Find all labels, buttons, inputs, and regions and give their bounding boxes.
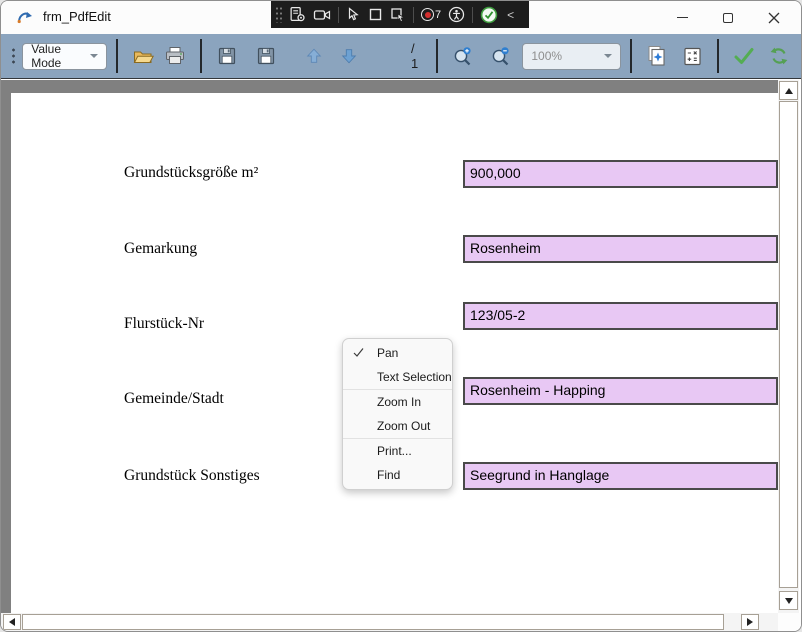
menu-item-pan[interactable]: Pan [343,341,452,365]
field-input-grundstueck-sonstiges[interactable]: Seegrund in Hanglage [463,462,778,490]
open-folder-button[interactable] [132,43,155,69]
chevron-down-icon [603,54,612,58]
page-down-button[interactable] [338,43,360,69]
print-button[interactable] [164,43,186,69]
mode-dropdown[interactable]: Value Mode [22,42,108,70]
page-up-button[interactable] [303,43,325,69]
recording-indicator[interactable]: 7 [421,8,441,21]
mode-dropdown-value: Value Mode [31,42,62,70]
field-label-grundstueck-sonstiges: Grundstück Sonstiges [124,467,260,484]
context-menu: Pan Text Selection Zoom In Zoom Out Prin… [342,338,453,490]
field-label-grundstuecksgroesse: Grundstücksgröße m² [124,164,259,181]
zoom-out-button[interactable] [490,43,512,69]
menu-item-print[interactable]: Print... [343,439,452,463]
menu-item-zoom-in[interactable]: Zoom In [343,390,452,414]
camera-icon[interactable] [313,7,331,23]
field-input-gemarkung[interactable]: Rosenheim [463,235,778,263]
cursor-icon[interactable] [346,7,361,22]
field-label-gemarkung: Gemarkung [124,240,198,257]
field-label-gemeinde-stadt: Gemeinde/Stadt [124,390,224,407]
app-icon [17,12,32,24]
status-ok-icon[interactable] [480,6,498,24]
separator [472,6,474,23]
toolbar-grip[interactable] [11,47,16,65]
minimize-button[interactable] [659,1,705,34]
menu-item-text-selection[interactable]: Text Selection [343,365,452,389]
close-button[interactable] [751,1,797,34]
capture-toolbar: 7 < [271,1,529,28]
recording-icon [421,8,434,21]
menu-item-zoom-out[interactable]: Zoom Out [343,414,452,438]
calculator-button[interactable] [681,43,703,69]
cursor-region-icon[interactable] [390,7,406,22]
separator [338,6,339,23]
maximize-button[interactable] [705,1,751,34]
separator [717,39,719,73]
app-window: frm_PdfEdit 7 < Value Mode / 1 100% Grun… [0,0,802,632]
field-input-gemeinde-stadt[interactable]: Rosenheim - Happing [463,377,778,405]
grip-dots-icon[interactable] [275,6,282,23]
recording-count: 7 [435,8,442,21]
collapse-icon[interactable]: < [507,8,514,22]
scroll-right-button[interactable] [741,614,759,630]
horizontal-scroll-thumb[interactable] [22,614,724,630]
separator [200,39,202,73]
apply-check-button[interactable] [733,43,755,69]
field-input-flurstueck-nr[interactable]: 123/05-2 [463,302,778,330]
triangle-right-icon [747,618,753,626]
separator [413,6,414,23]
field-input-grundstuecksgroesse[interactable]: 900,000 [463,160,778,188]
vertical-scroll-thumb[interactable] [779,101,798,588]
region-icon[interactable] [368,7,383,22]
scroll-up-button[interactable] [779,81,798,100]
separator [629,39,632,73]
horizontal-scrollbar[interactable] [1,613,778,631]
check-icon [353,348,364,357]
triangle-up-icon [784,87,793,94]
menu-item-find[interactable]: Find [343,463,452,487]
window-title: frm_PdfEdit [43,9,111,24]
accessibility-icon[interactable] [448,6,465,23]
zoom-dropdown[interactable]: 100% [522,42,621,70]
vertical-scrollbar[interactable] [778,80,799,613]
triangle-left-icon [9,618,15,626]
triangle-down-icon [784,597,793,604]
titlebar: frm_PdfEdit 7 < [1,1,801,34]
main-toolbar: Value Mode / 1 100% [1,34,801,79]
scrollbar-corner [778,613,801,631]
save-button[interactable] [216,43,238,69]
separator [436,39,438,73]
scroll-down-button[interactable] [779,591,798,610]
separator [116,39,119,73]
zoom-in-button[interactable] [452,43,474,69]
refresh-button[interactable] [768,43,790,69]
window-controls [659,1,797,34]
save-as-button[interactable] [256,43,278,69]
field-label-flurstueck-nr: Flurstück-Nr [124,315,205,332]
scroll-left-button[interactable] [3,614,21,630]
page-indicator: / 1 [410,41,419,71]
chevron-down-icon [90,54,99,58]
new-page-button[interactable] [646,43,668,69]
form-settings-icon[interactable] [289,6,306,23]
zoom-dropdown-value: 100% [531,49,563,63]
